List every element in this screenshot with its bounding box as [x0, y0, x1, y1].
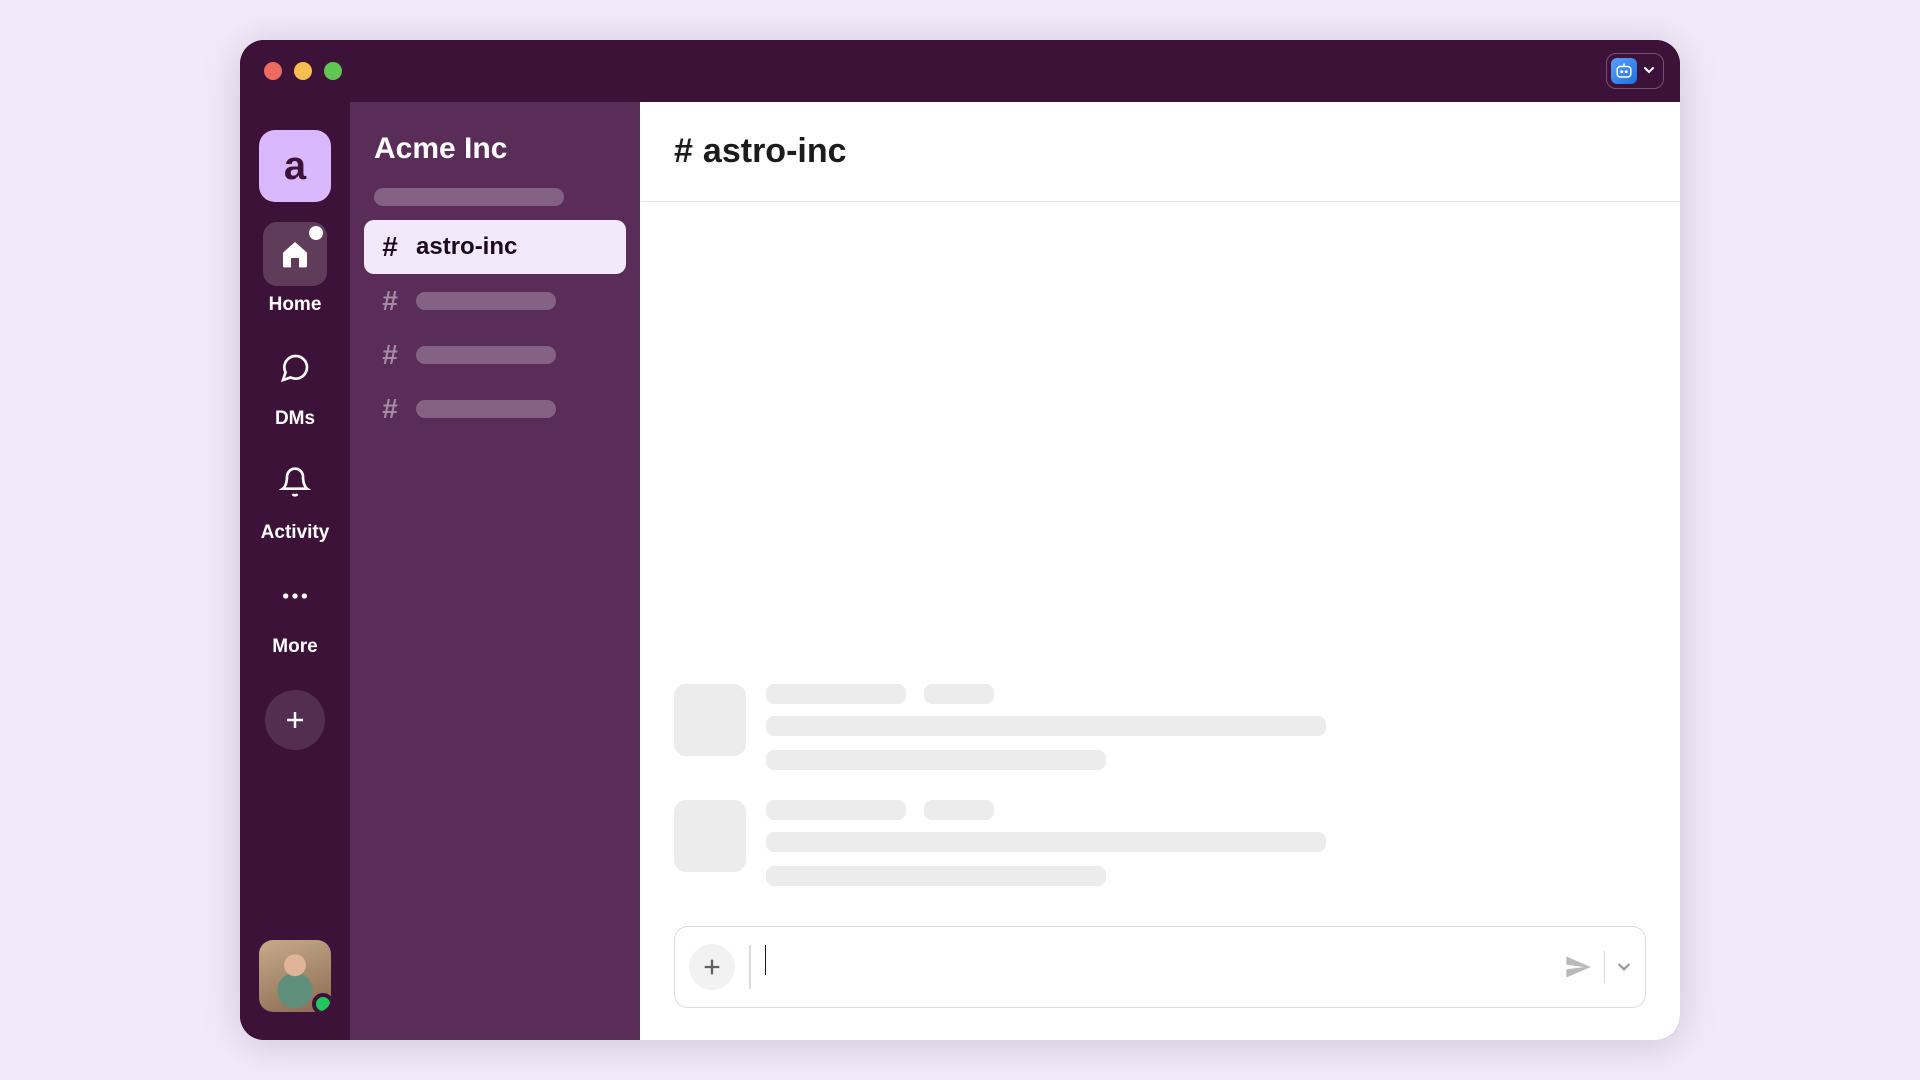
divider	[749, 945, 751, 989]
nav-dms-label: DMs	[275, 408, 315, 430]
bot-face-icon	[1615, 62, 1633, 80]
plus-icon	[283, 708, 307, 732]
time-placeholder	[924, 684, 994, 704]
bell-icon	[263, 450, 327, 514]
nav-dms[interactable]: DMs	[250, 336, 340, 430]
message-list	[640, 202, 1680, 916]
author-placeholder	[766, 684, 906, 704]
hash-icon: #	[378, 285, 402, 317]
nav-home-label: Home	[269, 294, 322, 316]
hash-icon: #	[378, 393, 402, 425]
user-avatar[interactable]	[259, 940, 331, 1012]
message-placeholder	[674, 800, 1646, 886]
message-composer	[674, 926, 1646, 1008]
send-button[interactable]	[1564, 953, 1592, 981]
channel-item-astro-inc[interactable]: # astro-inc	[364, 220, 626, 274]
time-placeholder	[924, 800, 994, 820]
placeholder-line	[416, 292, 556, 310]
workspace-name[interactable]: Acme Inc	[364, 124, 626, 174]
titlebar	[240, 40, 1680, 102]
plus-icon	[701, 956, 723, 978]
nav-more[interactable]: More	[250, 564, 340, 658]
profile-avatar-icon	[1611, 58, 1637, 84]
presence-online-indicator	[312, 993, 331, 1012]
add-button[interactable]	[265, 690, 325, 750]
hash-icon: #	[378, 339, 402, 371]
placeholder-line	[416, 400, 556, 418]
dms-icon	[263, 336, 327, 400]
channel-name: astro-inc	[416, 233, 517, 261]
channel-title-text: astro-inc	[703, 132, 847, 171]
channel-item-placeholder[interactable]: #	[364, 274, 626, 328]
hash-icon: #	[674, 132, 693, 171]
channel-title: # astro-inc	[674, 132, 847, 171]
avatar-placeholder	[674, 800, 746, 872]
nav-activity-label: Activity	[261, 522, 330, 544]
nav-more-label: More	[272, 636, 317, 658]
home-unread-badge	[309, 226, 323, 240]
window-maximize-button[interactable]	[324, 62, 342, 80]
chevron-down-icon	[1617, 960, 1631, 974]
main-panel: # astro-inc	[640, 102, 1680, 1040]
placeholder-line	[416, 346, 556, 364]
workspace-switcher[interactable]: a	[259, 130, 331, 202]
send-options-button[interactable]	[1617, 960, 1631, 974]
nav-activity[interactable]: Activity	[250, 450, 340, 544]
avatar-placeholder	[674, 684, 746, 756]
text-placeholder	[766, 750, 1106, 770]
channel-sidebar: Acme Inc # astro-inc # # #	[350, 102, 640, 1040]
send-icon	[1564, 953, 1592, 981]
window-close-button[interactable]	[264, 62, 282, 80]
profile-menu-button[interactable]	[1606, 53, 1664, 89]
home-icon	[263, 222, 327, 286]
divider	[1604, 951, 1606, 983]
composer-attach-button[interactable]	[689, 944, 735, 990]
author-placeholder	[766, 800, 906, 820]
traffic-lights	[264, 62, 342, 80]
channel-item-placeholder[interactable]: #	[364, 382, 626, 436]
channel-item-placeholder[interactable]: #	[364, 328, 626, 382]
nav-rail: a Home DMs Activity	[240, 102, 350, 1040]
more-icon	[263, 564, 327, 628]
window-minimize-button[interactable]	[294, 62, 312, 80]
channel-header[interactable]: # astro-inc	[640, 102, 1680, 202]
message-input[interactable]	[765, 945, 1550, 989]
text-placeholder	[766, 866, 1106, 886]
message-placeholder	[674, 684, 1646, 770]
text-placeholder	[766, 832, 1326, 852]
body-area: a Home DMs Activity	[240, 102, 1680, 1040]
app-window: a Home DMs Activity	[240, 40, 1680, 1040]
chevron-down-icon	[1643, 63, 1655, 79]
nav-home[interactable]: Home	[250, 222, 340, 316]
sidebar-section-placeholder	[374, 188, 564, 206]
hash-icon: #	[378, 231, 402, 263]
text-placeholder	[766, 716, 1326, 736]
